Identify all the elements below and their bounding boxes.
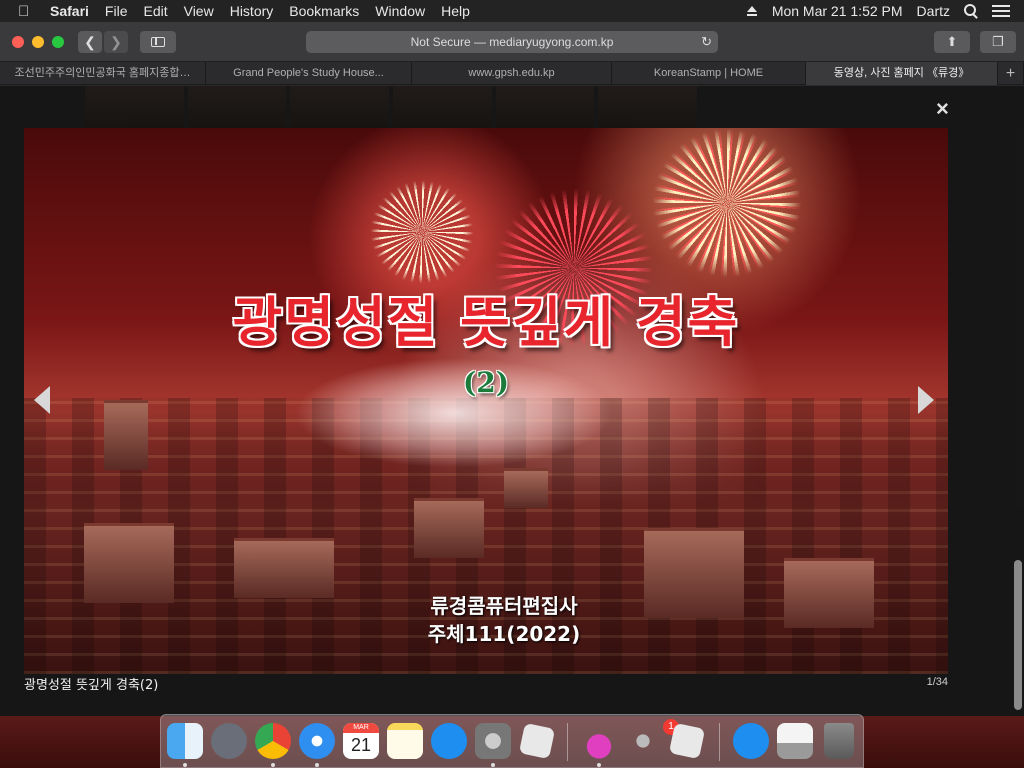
share-button[interactable]: ⬆ (934, 31, 970, 53)
roblox-icon[interactable] (518, 722, 556, 760)
menu-file[interactable]: File (105, 3, 128, 19)
keychain-icon[interactable] (625, 723, 661, 759)
page-content: × 광명성절 뜻깊게 경축 (2) 류경콤퓨터편집사 주체111(2022) 광… (0, 86, 1024, 716)
menu-history[interactable]: History (230, 3, 274, 19)
dock-separator (567, 723, 568, 761)
reload-icon[interactable]: ↻ (701, 31, 712, 53)
next-image-arrow-icon[interactable] (918, 386, 934, 414)
credit-line-2: 주체111(2022) (427, 622, 581, 646)
finder-icon[interactable] (167, 723, 203, 759)
tab-korea-portal[interactable]: 조선민주주의인민공화국 홈페지종합… (0, 62, 206, 85)
close-window-button[interactable] (12, 36, 24, 48)
running-indicator (271, 763, 275, 767)
menu-help[interactable]: Help (441, 3, 470, 19)
trash-icon[interactable] (824, 723, 854, 759)
running-indicator (315, 763, 319, 767)
menubar-clock[interactable]: Mon Mar 21 1:52 PM (772, 3, 903, 19)
app-store-icon[interactable] (431, 723, 467, 759)
app-store-2-icon[interactable] (733, 723, 769, 759)
image-number: (2) (463, 366, 509, 399)
tab-study-house[interactable]: Grand People's Study House... (206, 62, 412, 85)
tab-ryugyong-active[interactable]: 동영상, 사진 홈페지 《류경》 (806, 62, 998, 85)
lightbox-close-button[interactable]: × (936, 96, 949, 122)
apple-menu-icon[interactable]:  (18, 3, 40, 20)
menu-bar:  Safari File Edit View History Bookmark… (0, 0, 1024, 22)
calendar-month: MAR (343, 723, 379, 733)
building (644, 528, 744, 618)
safari-icon[interactable] (299, 723, 335, 759)
tab-gpsh[interactable]: www.gpsh.edu.kp (412, 62, 612, 85)
menubar-user[interactable]: Dartz (917, 3, 950, 19)
building (84, 523, 174, 603)
building (104, 400, 148, 470)
lightbox-image: 광명성절 뜻깊게 경축 (2) 류경콤퓨터편집사 주체111(2022) (24, 128, 948, 674)
chevron-left-icon: ❮ (84, 34, 96, 50)
lightbox-caption: 광명성절 뜻깊게 경축(2) (24, 678, 159, 693)
address-text: Not Secure — mediaryugyong.com.kp (410, 35, 614, 49)
back-button[interactable]: ❮ (78, 31, 102, 53)
system-preferences-icon[interactable] (475, 723, 511, 759)
notes-icon[interactable] (387, 723, 423, 759)
building (234, 538, 334, 598)
sidebar-toggle-button[interactable] (140, 31, 176, 53)
tab-overview-button[interactable]: ❐ (980, 31, 1016, 53)
calendar-icon[interactable]: MAR 21 (343, 723, 379, 759)
launchpad-icon[interactable] (211, 723, 247, 759)
eject-icon[interactable] (746, 6, 758, 16)
spotlight-search-icon[interactable] (964, 4, 978, 18)
tab-bar: 조선민주주의인민공화국 홈페지종합… Grand People's Study … (0, 62, 1024, 85)
browser-toolbar: ❮ ❯ Not Secure — mediaryugyong.com.kp ↻ … (0, 22, 1024, 62)
tab-korean-stamp[interactable]: KoreanStamp | HOME (612, 62, 806, 85)
menu-bookmarks[interactable]: Bookmarks (289, 3, 359, 19)
chrome-icon[interactable] (255, 723, 291, 759)
tabs-overview-icon: ❐ (992, 34, 1004, 49)
credit-line-1: 류경콤퓨터편집사 (430, 594, 578, 618)
running-indicator (183, 763, 187, 767)
address-bar[interactable]: Not Secure — mediaryugyong.com.kp ↻ (306, 31, 718, 53)
firework-burst (652, 128, 802, 278)
menu-app-name[interactable]: Safari (50, 3, 89, 19)
firework-burst (370, 180, 474, 284)
minimize-window-button[interactable] (32, 36, 44, 48)
calendar-day: 21 (350, 735, 372, 755)
sidebar-icon (151, 37, 165, 47)
image-counter: 1/34 (926, 676, 948, 688)
menu-view[interactable]: View (184, 3, 214, 19)
new-tab-button[interactable]: + (998, 62, 1024, 85)
plus-icon: + (1005, 65, 1016, 82)
building (504, 468, 548, 508)
building (414, 498, 484, 558)
dock: MAR 21 1 (160, 714, 864, 768)
forward-button[interactable]: ❯ (104, 31, 128, 53)
dock-separator (719, 723, 720, 761)
image-title: 광명성절 뜻깊게 경축 (232, 290, 740, 354)
share-icon: ⬆ (946, 34, 958, 49)
installer-icon[interactable] (581, 723, 617, 759)
page-scrollbar[interactable] (1014, 560, 1022, 710)
zoom-window-button[interactable] (52, 36, 64, 48)
running-indicator (491, 763, 495, 767)
notification-center-icon[interactable] (992, 5, 1010, 17)
menu-edit[interactable]: Edit (143, 3, 167, 19)
chevron-right-icon: ❯ (110, 34, 122, 50)
previous-image-arrow-icon[interactable] (34, 386, 50, 414)
roblox-studio-icon[interactable] (668, 722, 706, 760)
menu-window[interactable]: Window (375, 3, 425, 19)
preview-icon[interactable] (777, 723, 813, 759)
building (784, 558, 874, 628)
running-indicator (597, 763, 601, 767)
